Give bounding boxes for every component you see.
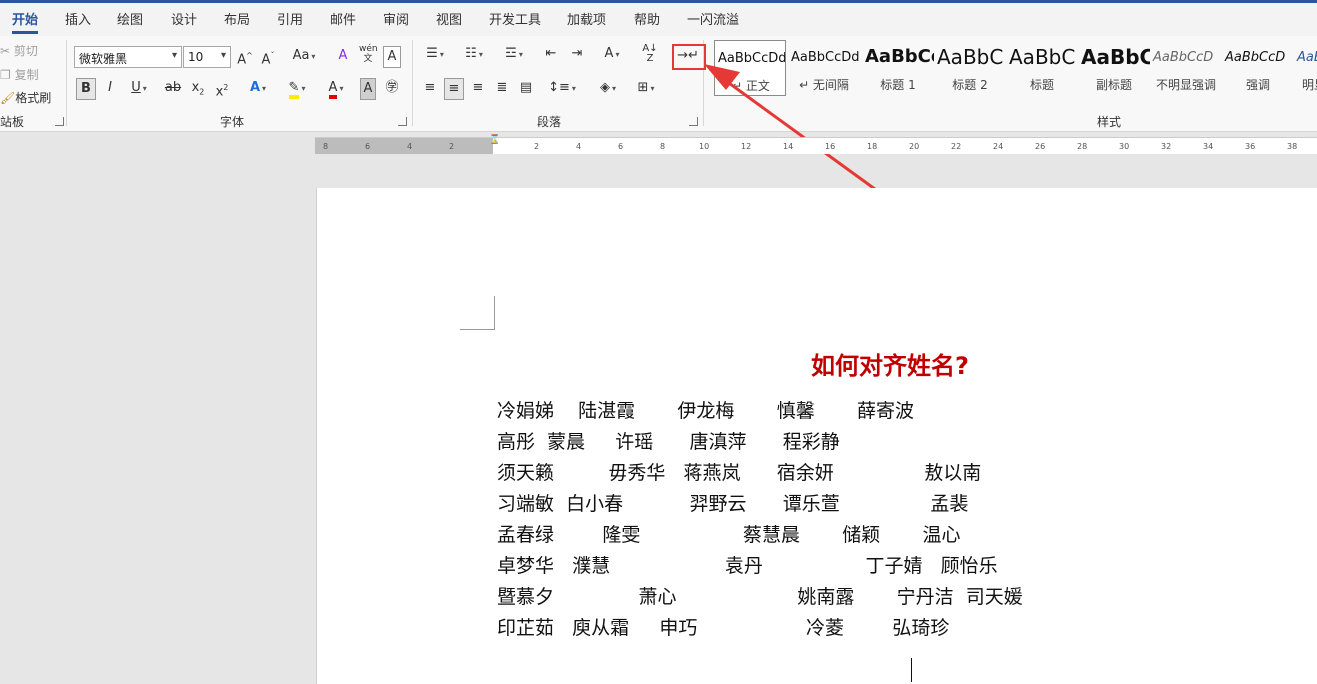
- text-cursor: [911, 658, 912, 682]
- ruler-tick: 18: [867, 142, 878, 151]
- ruler-tick: 34: [1203, 142, 1214, 151]
- ruler-tick: 38: [1287, 142, 1298, 151]
- ruler-tick: 26: [1035, 142, 1046, 151]
- ruler-tick: 16: [825, 142, 836, 151]
- ruler-tick: 14: [783, 142, 794, 151]
- name-line: 暨慕夕 萧心 姚南露 宁丹洁 司天媛: [497, 586, 1023, 608]
- ruler-tick: 8: [660, 142, 666, 151]
- name-line: 印芷茹 庾从霜 申巧 冷菱 弘琦珍: [497, 617, 950, 639]
- ruler-tick: 28: [1077, 142, 1088, 151]
- ruler-tick: 24: [993, 142, 1004, 151]
- margin-corner-mark: [460, 296, 495, 330]
- ruler-margin-area: [315, 138, 493, 154]
- ruler-tick: 12: [741, 142, 752, 151]
- ruler-tick: 8: [323, 142, 329, 151]
- document-page[interactable]: 如何对齐姓名? 冷娟娣 陆湛霞 伊龙梅 慎馨 薛寄波 高彤 蒙晨 许瑶 唐滇萍 …: [316, 188, 1317, 684]
- name-line: 冷娟娣 陆湛霞 伊龙梅 慎馨 薛寄波: [497, 400, 914, 422]
- ruler-tick: 10: [699, 142, 710, 151]
- name-line: 高彤 蒙晨 许瑶 唐滇萍 程彩静: [497, 431, 840, 453]
- ruler-tick: 2: [534, 142, 540, 151]
- name-line: 习端敏 白小春 羿野云 谭乐萱 孟裴: [497, 493, 969, 515]
- horizontal-ruler[interactable]: 8 6 4 2 2 4 6 8 10 12 14 16 18 20 22 24 …: [315, 135, 1317, 154]
- document-title: 如何对齐姓名?: [811, 352, 969, 380]
- ruler-tick: 6: [618, 142, 624, 151]
- ruler-tick: 32: [1161, 142, 1172, 151]
- ruler-tick: 22: [951, 142, 962, 151]
- ruler-tick: 30: [1119, 142, 1130, 151]
- ruler-tick: 6: [365, 142, 371, 151]
- ruler-tick: 36: [1245, 142, 1256, 151]
- name-line: 孟春绿 隆雯 蔡慧晨 储颖 温心: [497, 524, 961, 546]
- ruler-tick: 2: [449, 142, 455, 151]
- ruler-tick: 20: [909, 142, 920, 151]
- name-line: 须天籁 毋秀华 蒋燕岚 宿余妍 敖以南: [497, 462, 982, 484]
- ruler-tick: 4: [407, 142, 413, 151]
- indent-marker-icon[interactable]: ⌛: [489, 135, 500, 145]
- ruler-tick: 4: [576, 142, 582, 151]
- name-line: 卓梦华 濮慧 袁丹 丁子婧 顾怡乐: [497, 555, 998, 577]
